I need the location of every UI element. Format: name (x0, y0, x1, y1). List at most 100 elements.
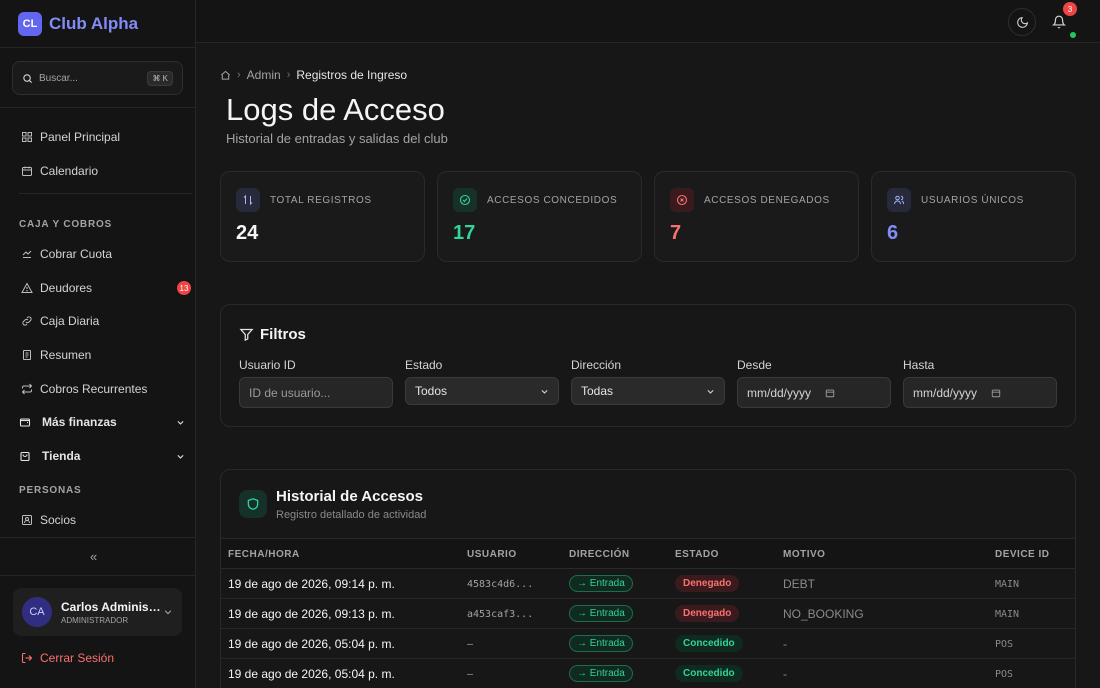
sidebar-item-deudores[interactable]: Deudores 13 (21, 279, 191, 297)
brand[interactable]: CL Club Alpha (0, 0, 195, 48)
history-subtitle: Registro detallado de actividad (276, 509, 427, 521)
stat-label: ACCESOS DENEGADOS (704, 195, 830, 206)
table-row[interactable]: 19 de ago de 2026, 09:13 p. m. a453caf3.… (221, 599, 1075, 629)
from-date-value: mm/dd/yyyy (747, 385, 812, 400)
sidebar-item-cobros-recurrentes[interactable]: Cobros Recurrentes (21, 380, 191, 398)
calendar-icon[interactable] (991, 388, 1001, 398)
state-select[interactable]: Todos (405, 377, 559, 405)
sidebar-item-resumen[interactable]: Resumen (21, 346, 191, 364)
logout-icon (21, 652, 33, 664)
notifications-count-badge: 3 (1063, 2, 1077, 16)
column-header[interactable]: USUARIO (467, 549, 517, 560)
shield-icon (239, 490, 267, 518)
stat-card-denied: ACCESOS DENEGADOS 7 (654, 171, 859, 262)
to-date-input[interactable]: mm/dd/yyyy (903, 377, 1057, 408)
calendar-icon[interactable] (825, 388, 835, 398)
deudores-count-badge: 13 (177, 281, 191, 295)
logout-button[interactable]: Cerrar Sesión (21, 651, 114, 665)
sidebar-item-label: Cobrar Cuota (40, 247, 113, 261)
search-shortcut: ⌘ K (147, 70, 173, 86)
avatar: CA (22, 597, 52, 627)
cell-user: a453caf3... (467, 609, 534, 620)
cell-date: 19 de ago de 2026, 09:13 p. m. (228, 607, 395, 621)
brand-logo: CL (18, 11, 42, 36)
column-header[interactable]: DEVICE ID (995, 549, 1050, 560)
sidebar-item-label: Deudores (40, 281, 93, 295)
link-icon (22, 316, 32, 326)
stat-label: USUARIOS ÚNICOS (921, 195, 1024, 206)
from-date-input[interactable]: mm/dd/yyyy (737, 377, 891, 408)
sidebar-item-cobrar-cuota[interactable]: Cobrar Cuota (21, 245, 191, 263)
cell-date: 19 de ago de 2026, 05:04 p. m. (228, 667, 395, 681)
user-id-label: Usuario ID (239, 358, 296, 372)
breadcrumb-admin[interactable]: Admin (247, 68, 281, 82)
sidebar-group-mas-finanzas[interactable]: Más finanzas (19, 413, 189, 431)
sidebar-item-socios[interactable]: Socios (21, 511, 191, 529)
sidebar-item-calendario[interactable]: Calendario (21, 162, 191, 180)
home-icon[interactable] (220, 70, 231, 81)
sidebar-group-tienda[interactable]: Tienda (19, 447, 189, 465)
cell-device: MAIN (995, 579, 1020, 590)
from-date-label: Desde (737, 358, 772, 372)
table-row[interactable]: 19 de ago de 2026, 05:04 p. m. – → Entra… (221, 629, 1075, 659)
status-badge: Concedido (675, 665, 743, 682)
chevron-down-icon (541, 389, 548, 394)
state-label: Estado (405, 358, 443, 372)
cell-reason: DEBT (783, 577, 816, 591)
stat-label: TOTAL REGISTROS (270, 195, 372, 206)
user-menu[interactable]: CA Carlos Administrador ADMINISTRADOR (13, 588, 182, 636)
check-circle-icon (453, 188, 477, 212)
user-name: Carlos Administrador (61, 599, 163, 614)
sidebar-item-panel-principal[interactable]: Panel Principal (21, 128, 191, 146)
breadcrumb-current: Registros de Ingreso (296, 68, 408, 82)
status-badge: Denegado (675, 605, 740, 622)
cell-date: 19 de ago de 2026, 09:14 p. m. (228, 577, 395, 591)
users-icon (887, 188, 911, 212)
divider (0, 575, 196, 576)
cell-device: MAIN (995, 609, 1020, 620)
layout-grid-icon (22, 132, 32, 142)
filters-panel: Filtros Usuario ID ID de usuario... Esta… (220, 304, 1076, 427)
stat-label: ACCESOS CONCEDIDOS (487, 195, 618, 206)
coins-icon (22, 250, 32, 258)
search-icon (23, 73, 33, 83)
filters-title: Filtros (239, 326, 306, 343)
wallet-icon (19, 418, 31, 427)
user-role: ADMINISTRADOR (61, 615, 129, 625)
table-row[interactable]: 19 de ago de 2026, 05:04 p. m. – → Entra… (221, 659, 1075, 688)
direction-select-value: Todas (581, 384, 614, 398)
column-header[interactable]: ESTADO (675, 549, 719, 560)
stat-value: 24 (236, 222, 259, 244)
chevron-down-icon (177, 454, 184, 459)
user-id-input[interactable]: ID de usuario... (239, 377, 393, 408)
direction-select[interactable]: Todas (571, 377, 725, 405)
to-date-label: Hasta (903, 358, 935, 372)
sidebar: CL Club Alpha Buscar... ⌘ K Panel Princi… (0, 0, 196, 688)
to-date-value: mm/dd/yyyy (913, 385, 978, 400)
sidebar-group-label: Más finanzas (42, 415, 117, 429)
theme-toggle-button[interactable] (1008, 8, 1036, 36)
cell-reason: - (783, 667, 787, 681)
column-header[interactable]: FECHA/HORA (228, 549, 300, 560)
direction-badge: → Entrada (569, 605, 633, 622)
sidebar-item-label: Caja Diaria (40, 314, 100, 328)
x-circle-icon (670, 188, 694, 212)
filter-icon (239, 328, 254, 342)
column-header[interactable]: MOTIVO (783, 549, 825, 560)
brand-name: Club Alpha (49, 13, 139, 33)
logout-label: Cerrar Sesión (40, 651, 115, 665)
table-row[interactable]: 19 de ago de 2026, 09:14 p. m. 4583c4d6.… (221, 569, 1075, 599)
collapse-sidebar-button[interactable]: « (90, 549, 97, 564)
cell-user: – (467, 669, 474, 680)
search-placeholder: Buscar... (39, 72, 78, 84)
moon-icon (1016, 16, 1028, 28)
cell-date: 19 de ago de 2026, 05:04 p. m. (228, 637, 395, 651)
shopping-bag-icon (20, 451, 30, 462)
divider (0, 537, 196, 538)
search-input[interactable]: Buscar... ⌘ K (12, 61, 183, 95)
status-badge: Denegado (675, 575, 740, 592)
sidebar-item-caja-diaria[interactable]: Caja Diaria (21, 312, 191, 330)
state-select-value: Todos (415, 384, 448, 398)
stat-value: 7 (670, 222, 682, 244)
column-header[interactable]: DIRECCIÓN (569, 549, 630, 560)
